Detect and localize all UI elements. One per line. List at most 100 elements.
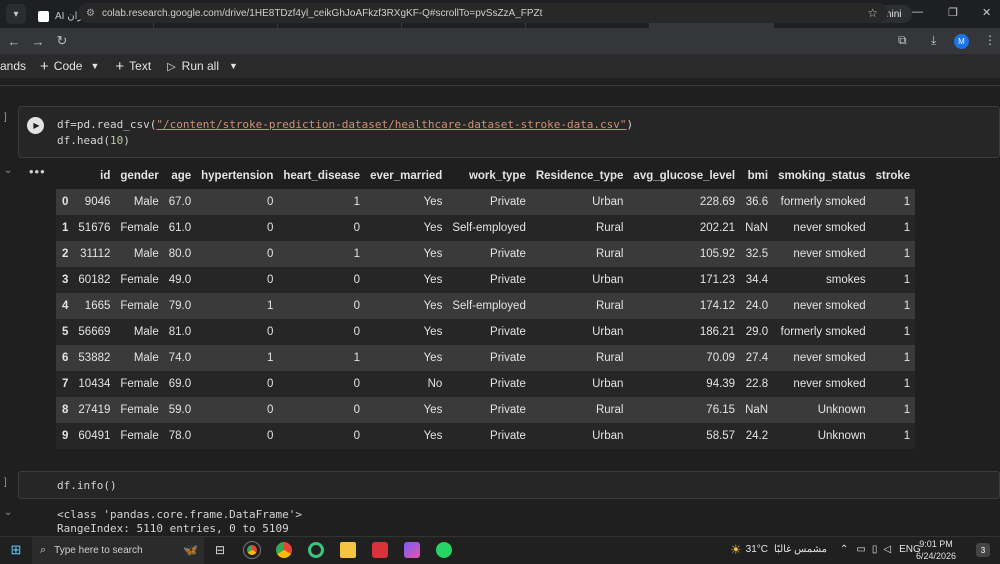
taskbar-search-box[interactable]: ⌕ Type here to search 🦋 [32, 536, 204, 564]
table-cell: 228.69 [699, 196, 736, 208]
table-cell: NaN [745, 404, 769, 416]
commands-button[interactable]: ands [0, 59, 26, 73]
plus-icon: + [40, 57, 49, 75]
office-app-icon[interactable] [364, 537, 396, 564]
table-cell: Urban [592, 326, 624, 338]
table-cell: 80.0 [168, 248, 192, 260]
media-app-icon[interactable] [396, 537, 428, 564]
commands-label: ands [0, 59, 27, 73]
table-cell: 1 [903, 326, 911, 338]
table-cell: Self-employed [452, 222, 526, 234]
table-cell: Female [120, 274, 159, 286]
table-cell: 67.0 [168, 196, 192, 208]
code-line-info[interactable]: df.info() [57, 479, 117, 492]
row-index: 4 [62, 300, 69, 312]
table-cell: 171.23 [699, 274, 736, 286]
task-view-icon[interactable]: ⊟ [204, 537, 236, 564]
code-cell-info[interactable] [18, 471, 1000, 499]
table-cell: Urban [592, 274, 624, 286]
table-cell: 0 [266, 404, 274, 416]
browser-menu-icon[interactable]: ⋮ [984, 33, 996, 47]
add-code-label: Code [53, 59, 83, 73]
table-cell: smokes [826, 274, 866, 286]
close-window-icon[interactable]: ✕ [982, 6, 991, 19]
chrome-profile-icon[interactable] [268, 537, 300, 564]
chevron-down-icon: ▼ [229, 61, 238, 71]
table-cell: 76.15 [706, 404, 736, 416]
column-header: hypertension [201, 170, 274, 182]
tray-overflow-icon[interactable]: ⌃ [840, 544, 848, 555]
code-line-2[interactable]: df.head(10) [57, 134, 130, 147]
reload-icon[interactable]: ↻ [50, 33, 74, 49]
table-cell: 0 [266, 196, 274, 208]
table-cell: 74.0 [168, 352, 192, 364]
url-field[interactable]: ⚙ colab.research.google.com/drive/1HE8TD… [78, 3, 888, 23]
add-text-button[interactable]: + Text [115, 58, 151, 75]
add-code-button[interactable]: + Code ▼ [40, 58, 99, 75]
windows-start-icon[interactable]: ⊞ [0, 542, 32, 558]
battery-icon[interactable]: ▯ [872, 544, 878, 555]
network-icon[interactable]: ▭ [856, 544, 865, 555]
table-cell: formerly smoked [780, 196, 866, 208]
column-header: work_type [468, 170, 526, 182]
row-index: 3 [62, 274, 69, 286]
code-line-1[interactable]: df=pd.read_csv("/content/stroke-predicti… [57, 118, 633, 131]
output-line-2: RangeIndex: 5110 entries, 0 to 5109 [57, 522, 289, 535]
table-cell: 1 [903, 248, 911, 260]
table-cell: 0 [266, 248, 274, 260]
table-row: 0 9046 Male 67.0 0 1 Yes Private Urban 228.69 36.6… [56, 189, 916, 215]
table-row: 2 31112 Male 80.0 0 1 Yes Private Rural 105.92 32.… [56, 241, 916, 267]
table-cell: Private [490, 196, 526, 208]
table-cell: Yes [423, 196, 443, 208]
back-icon[interactable]: ← [2, 34, 26, 49]
table-cell: 105.92 [699, 248, 736, 260]
table-cell: 0 [353, 326, 361, 338]
code-cell-read-csv[interactable] [18, 106, 1000, 158]
file-explorer-icon[interactable] [332, 537, 364, 564]
forward-icon[interactable]: → [26, 34, 50, 49]
run-cell-button[interactable]: ▶ [27, 117, 44, 134]
table-cell: 0 [353, 430, 361, 442]
table-cell: 51676 [78, 222, 111, 234]
whatsapp-icon[interactable] [428, 537, 460, 564]
search-highlight-icon: 🦋 [183, 543, 198, 557]
table-cell: 0 [266, 326, 274, 338]
table-cell: Private [490, 326, 526, 338]
volume-icon[interactable]: ◁ [883, 544, 891, 555]
chevron-down-icon: ▼ [90, 61, 100, 71]
output-collapse-icon[interactable]: ⌄ [4, 165, 12, 176]
tab-search-button[interactable]: ▾ [6, 4, 26, 24]
weather-widget[interactable]: ☀ 31°C مشمس غالبًا [730, 536, 827, 563]
table-cell: Female [120, 404, 159, 416]
profile-avatar[interactable]: M [954, 34, 969, 49]
table-cell: 78.0 [168, 430, 192, 442]
output-actions-icon[interactable]: ••• [29, 164, 46, 179]
table-cell: 202.21 [699, 222, 736, 234]
run-all-button[interactable]: ▷ Run all ▼ [167, 59, 238, 73]
maximize-icon[interactable]: ❐ [948, 6, 958, 19]
notification-badge[interactable]: 3 [976, 543, 990, 557]
column-header: ever_married [370, 170, 443, 182]
dataframe-table: id gender age hypertension heart_disease ever… [56, 163, 916, 449]
app-green-icon[interactable] [300, 537, 332, 564]
download-icon[interactable]: ⤓ [931, 33, 936, 48]
toolbar-divider [0, 78, 1000, 86]
table-cell: Yes [423, 352, 443, 364]
minimize-icon[interactable]: — [912, 6, 923, 18]
table-cell: Unknown [817, 430, 866, 442]
sun-icon: ☀ [730, 541, 742, 557]
search-icon: ⌕ [40, 543, 47, 556]
extensions-icon[interactable]: ⧉ [898, 33, 907, 48]
table-cell: Female [120, 378, 159, 390]
chrome-icon[interactable] [236, 537, 268, 564]
table-cell: Female [120, 430, 159, 442]
table-cell: Self-employed [452, 300, 526, 312]
table-cell: never smoked [793, 352, 866, 364]
table-cell: Rural [595, 222, 624, 234]
table-cell: Male [133, 326, 159, 338]
site-info-icon[interactable]: ⚙ [86, 8, 95, 19]
taskbar-clock[interactable]: 9:01 PM 6/24/2026 [916, 538, 956, 562]
output-collapse-icon[interactable]: ⌄ [4, 507, 12, 518]
table-cell: 22.8 [745, 378, 769, 390]
bookmark-star-icon[interactable]: ☆ [867, 6, 878, 20]
